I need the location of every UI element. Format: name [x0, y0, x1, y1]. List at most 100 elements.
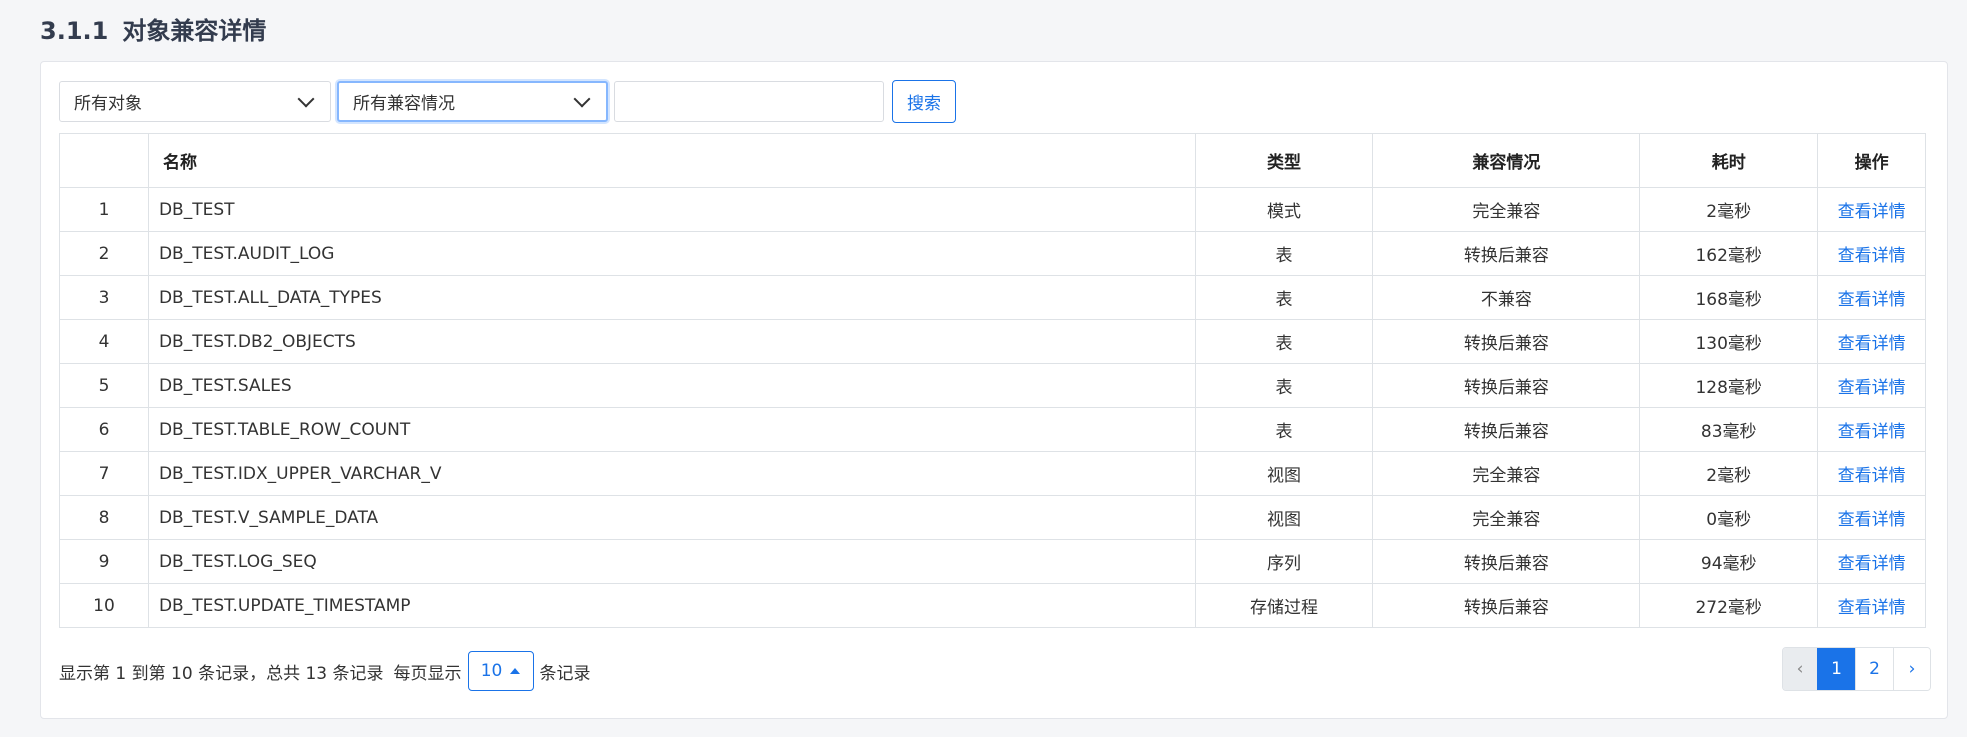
page-1-button[interactable]: 1	[1817, 648, 1855, 690]
filter-toolbar: 所有对象 所有兼容情况 搜索	[59, 80, 956, 123]
compat-status-cell: 转换后兼容	[1372, 319, 1641, 364]
row-index-cell: 4	[59, 319, 149, 364]
elapsed-time-cell: 83毫秒	[1639, 407, 1819, 452]
section-number: 3.1.1	[40, 17, 109, 45]
table-row: 8 DB_TEST.V_SAMPLE_DATA 视图 完全兼容 0毫秒 查看详情	[59, 495, 1926, 540]
object-compat-card: 所有对象 所有兼容情况 搜索 名称 类型 兼容情况 耗时 操作 1 DB_TES…	[40, 61, 1948, 719]
object-type-cell: 视图	[1194, 495, 1374, 540]
object-name-cell: DB_TEST.UPDATE_TIMESTAMP	[147, 583, 1196, 628]
row-index-cell: 2	[59, 231, 149, 276]
chevron-left-icon[interactable]: ‹	[1783, 648, 1817, 690]
page-size-value: 10	[480, 661, 503, 681]
compat-status-cell: 转换后兼容	[1372, 539, 1641, 584]
view-details-link[interactable]: 查看详情	[1838, 422, 1906, 442]
object-type-select[interactable]: 所有对象	[59, 81, 331, 122]
column-header-type[interactable]: 类型	[1194, 133, 1374, 188]
column-header-index	[59, 133, 149, 188]
elapsed-time-cell: 168毫秒	[1639, 275, 1819, 320]
compat-status-cell: 完全兼容	[1372, 451, 1641, 496]
object-type-cell: 视图	[1194, 451, 1374, 496]
caret-up-icon	[510, 668, 521, 674]
chevron-down-icon	[573, 90, 591, 107]
row-index-cell: 3	[59, 275, 149, 320]
row-index-cell: 7	[59, 451, 149, 496]
column-header-name[interactable]: 名称	[147, 133, 1196, 188]
view-details-link[interactable]: 查看详情	[1838, 598, 1906, 618]
row-index-cell: 6	[59, 407, 149, 452]
records-summary: 显示第 1 到第 10 条记录，总共 13 条记录	[59, 663, 384, 684]
search-button[interactable]: 搜索	[892, 80, 956, 123]
compat-table: 名称 类型 兼容情况 耗时 操作 1 DB_TEST 模式 完全兼容 2毫秒 查看详情 2 D…	[59, 133, 1926, 628]
object-name-cell: DB_TEST.LOG_SEQ	[147, 539, 1196, 584]
object-type-select-value: 所有对象	[74, 94, 142, 114]
compat-status-select-value: 所有兼容情况	[353, 94, 455, 114]
table-row: 4 DB_TEST.DB2_OBJECTS 表转换后兼容 130毫秒 查看详情	[59, 319, 1926, 364]
action-cell: 查看详情	[1817, 319, 1926, 364]
action-cell: 查看详情	[1817, 451, 1926, 496]
view-details-link[interactable]: 查看详情	[1838, 202, 1906, 222]
elapsed-time-cell: 130毫秒	[1639, 319, 1819, 364]
object-type-cell: 表	[1194, 319, 1374, 364]
table-row: 6 DB_TEST.TABLE_ROW_COUNT 表转换后兼容 83毫秒 查看详情	[59, 407, 1926, 452]
table-body: 1 DB_TEST 模式 完全兼容 2毫秒 查看详情 2 DB_TEST.AUDIT_LOG 表…	[59, 187, 1926, 628]
action-cell: 查看详情	[1817, 187, 1926, 232]
action-cell: 查看详情	[1817, 495, 1926, 540]
chevron-down-icon	[297, 90, 315, 107]
search-input[interactable]	[614, 81, 884, 122]
table-row: 9 DB_TEST.LOG_SEQ 序列 转换后兼容 94毫秒 查看详情	[59, 539, 1926, 584]
elapsed-time-cell: 128毫秒	[1639, 363, 1819, 408]
row-index-cell: 9	[59, 539, 149, 584]
table-row: 1 DB_TEST 模式 完全兼容 2毫秒 查看详情	[59, 187, 1926, 232]
action-cell: 查看详情	[1817, 275, 1926, 320]
row-index-cell: 8	[59, 495, 149, 540]
view-details-link[interactable]: 查看详情	[1838, 378, 1906, 398]
per-page-suffix: 条记录	[539, 663, 591, 684]
page-2-button[interactable]: 2	[1855, 648, 1893, 690]
compat-status-cell: 完全兼容	[1372, 187, 1641, 232]
view-details-link[interactable]: 查看详情	[1838, 290, 1906, 310]
table-row: 2 DB_TEST.AUDIT_LOG 表转换后兼容 162毫秒 查看详情	[59, 231, 1926, 276]
compat-status-cell: 转换后兼容	[1372, 583, 1641, 628]
view-details-link[interactable]: 查看详情	[1838, 334, 1906, 354]
column-header-compat[interactable]: 兼容情况	[1372, 133, 1641, 188]
elapsed-time-cell: 2毫秒	[1639, 451, 1819, 496]
object-type-cell: 表	[1194, 231, 1374, 276]
object-name-cell: DB_TEST.IDX_UPPER_VARCHAR_V	[147, 451, 1196, 496]
row-index-cell: 1	[59, 187, 149, 232]
view-details-link[interactable]: 查看详情	[1838, 510, 1906, 530]
view-details-link[interactable]: 查看详情	[1838, 246, 1906, 266]
table-row: 7 DB_TEST.IDX_UPPER_VARCHAR_V 视图 完全兼容 2毫秒 查看详…	[59, 451, 1926, 496]
section-title-text: 对象兼容详情	[122, 17, 267, 45]
column-header-action: 操作	[1817, 133, 1926, 188]
view-details-link[interactable]: 查看详情	[1838, 466, 1906, 486]
section-title: 3.1.1 对象兼容详情	[40, 14, 266, 48]
object-name-cell: DB_TEST.AUDIT_LOG	[147, 231, 1196, 276]
elapsed-time-cell: 162毫秒	[1639, 231, 1819, 276]
page-size-select[interactable]: 10	[467, 651, 534, 691]
compat-status-cell: 转换后兼容	[1372, 231, 1641, 276]
row-index-cell: 5	[59, 363, 149, 408]
object-type-cell: 表	[1194, 407, 1374, 452]
compat-status-select[interactable]: 所有兼容情况	[337, 81, 608, 122]
action-cell: 查看详情	[1817, 583, 1926, 628]
object-type-cell: 存储过程	[1194, 583, 1374, 628]
compat-status-cell: 转换后兼容	[1372, 407, 1641, 452]
elapsed-time-cell: 94毫秒	[1639, 539, 1819, 584]
table-row: 5 DB_TEST.SALES 表转换后兼容 128毫秒 查看详情	[59, 363, 1926, 408]
pagination: ‹ 1 2 ›	[1782, 647, 1931, 691]
table-row: 10 DB_TEST.UPDATE_TIMESTAMP 存储过程 转换后兼容 272毫秒…	[59, 583, 1926, 628]
object-name-cell: DB_TEST	[147, 187, 1196, 232]
elapsed-time-cell: 2毫秒	[1639, 187, 1819, 232]
object-name-cell: DB_TEST.DB2_OBJECTS	[147, 319, 1196, 364]
column-header-time[interactable]: 耗时	[1639, 133, 1819, 188]
per-page-prefix: 每页显示	[393, 663, 462, 684]
action-cell: 查看详情	[1817, 539, 1926, 584]
object-name-cell: DB_TEST.V_SAMPLE_DATA	[147, 495, 1196, 540]
chevron-right-icon[interactable]: ›	[1893, 648, 1930, 690]
object-type-cell: 序列	[1194, 539, 1374, 584]
object-name-cell: DB_TEST.SALES	[147, 363, 1196, 408]
object-type-cell: 表	[1194, 275, 1374, 320]
action-cell: 查看详情	[1817, 231, 1926, 276]
view-details-link[interactable]: 查看详情	[1838, 554, 1906, 574]
table-footer: 显示第 1 到第 10 条记录，总共 13 条记录 每页显示 10 条记录	[59, 650, 591, 692]
